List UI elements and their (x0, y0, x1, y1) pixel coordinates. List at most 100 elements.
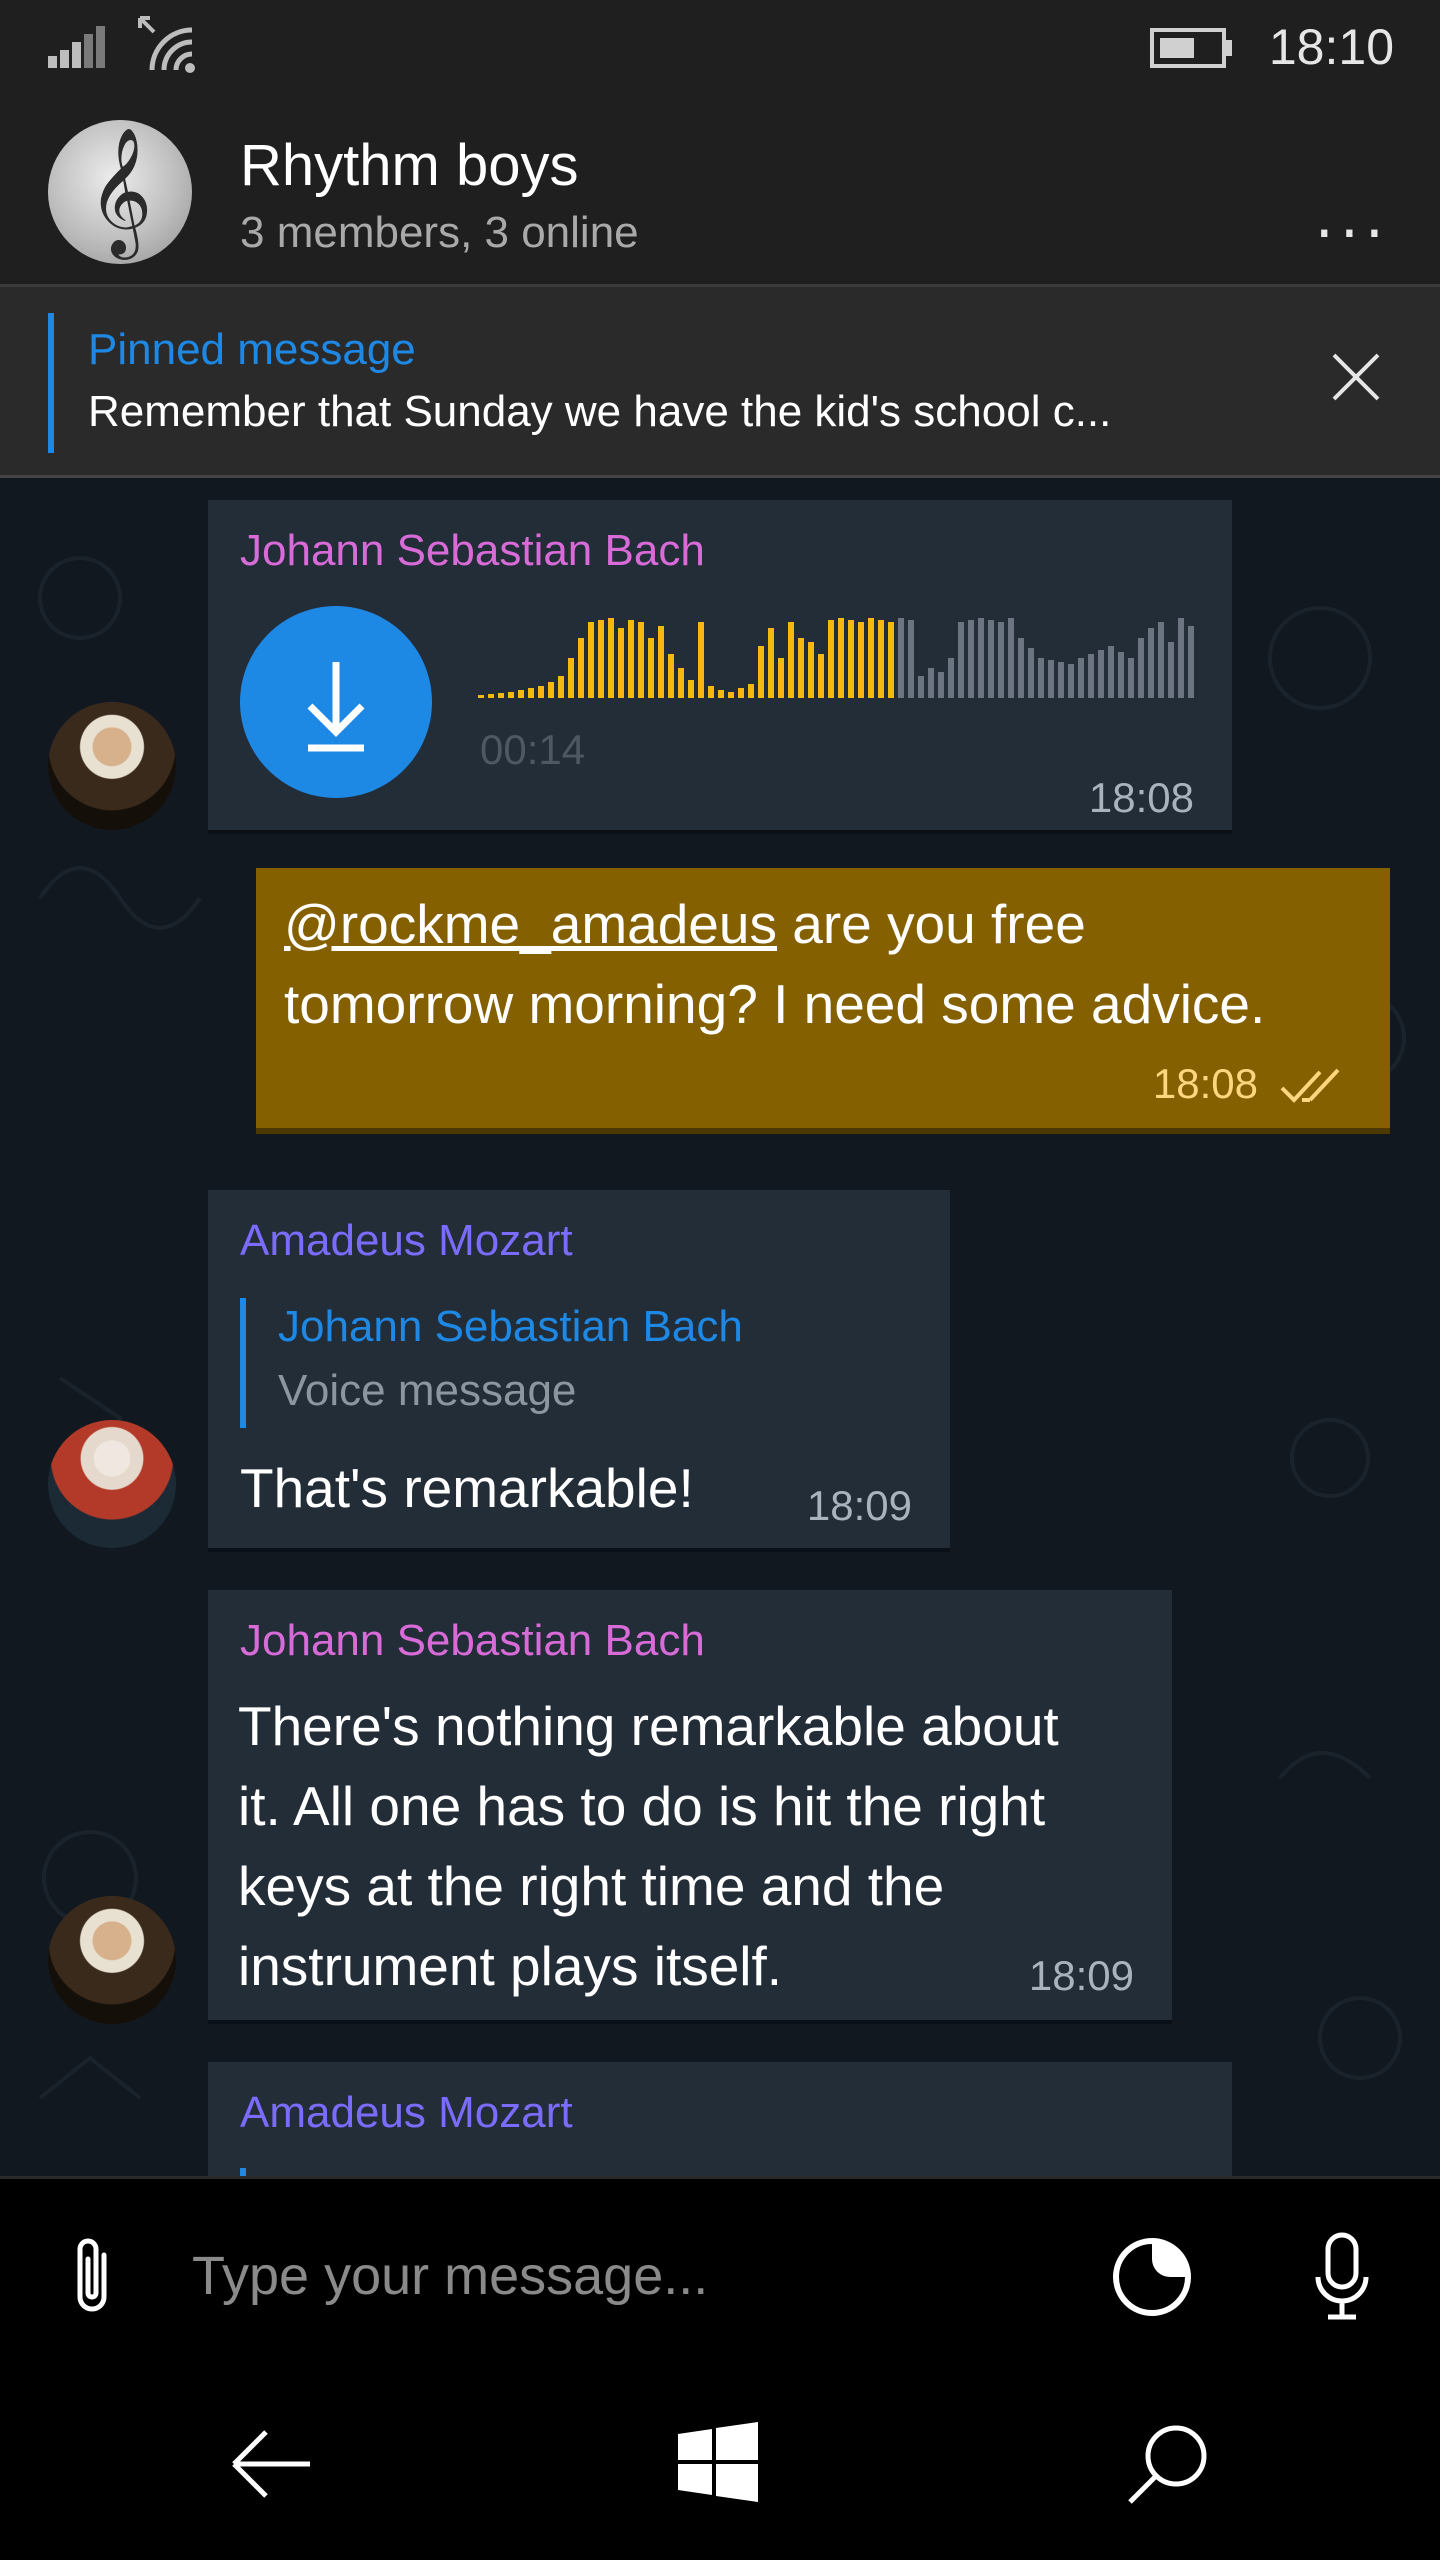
waveform-bar (1108, 646, 1114, 698)
waveform-bar (978, 618, 984, 698)
pinned-accent-bar (48, 313, 54, 453)
waveform-bar (498, 693, 504, 698)
waveform-bar (588, 622, 594, 698)
reply-accent-bar (240, 1298, 246, 1428)
back-arrow-icon[interactable] (230, 2422, 314, 2506)
microphone-icon[interactable] (1312, 2231, 1372, 2323)
waveform-bar (638, 622, 644, 698)
waveform-bar (768, 628, 774, 698)
battery-icon (1150, 28, 1232, 68)
waveform-bar (1068, 664, 1074, 698)
waveform-bar (1018, 638, 1024, 698)
chat-header[interactable]: 𝄞 Rhythm boys 3 members, 3 online ... (0, 96, 1440, 287)
paperclip-icon[interactable] (62, 2235, 122, 2319)
windows-logo-icon[interactable] (678, 2422, 758, 2502)
search-icon[interactable] (1126, 2422, 1210, 2506)
more-options-button[interactable]: ... (1315, 182, 1390, 252)
waveform-bar (598, 620, 604, 698)
treble-clef-icon: 𝄞 (87, 126, 153, 254)
waveform-bar (608, 618, 614, 698)
download-icon[interactable] (240, 606, 432, 798)
message-time: 18:08 (1152, 1060, 1258, 1107)
waveform-bar (748, 684, 754, 698)
status-time: 18:10 (1268, 19, 1394, 75)
waveform-bar (548, 682, 554, 698)
voice-waveform[interactable] (478, 614, 1198, 698)
message-time: 18:08 (1088, 774, 1194, 821)
chat-history[interactable]: Johann Sebastian Bach 00:14 18:08 @rockm… (0, 478, 1440, 2178)
waveform-bar (778, 658, 784, 698)
waveform-bar (658, 626, 664, 698)
outgoing-message-bubble[interactable]: @rockme_amadeus are you free tomorrow mo… (256, 868, 1390, 1128)
close-icon[interactable] (1326, 347, 1386, 407)
waveform-bar (878, 620, 884, 698)
waveform-bar (688, 680, 694, 698)
group-avatar[interactable]: 𝄞 (48, 120, 192, 264)
waveform-bar (858, 622, 864, 698)
waveform-bar (1048, 660, 1054, 698)
message-line: instrument plays itself. (238, 1935, 783, 1997)
waveform-bar (618, 628, 624, 698)
sender-name: Johann Sebastian Bach (240, 526, 705, 575)
waveform-bar (518, 690, 524, 698)
waveform-bar (1158, 622, 1164, 698)
waveform-bar (908, 620, 914, 698)
reply-sender[interactable]: Johann Sebastian Bach (278, 1302, 743, 1352)
pinned-text: Remember that Sunday we have the kid's s… (88, 387, 1112, 436)
waveform-bar (838, 618, 844, 698)
status-bar: 18:10 (0, 0, 1440, 96)
waveform-bar (538, 686, 544, 698)
waveform-bar (1118, 652, 1124, 698)
waveform-bar (948, 658, 954, 698)
message-time: 18:09 (1028, 1952, 1134, 1999)
waveform-bar (628, 620, 634, 698)
waveform-bar (868, 618, 874, 698)
reply-text[interactable]: Voice message (278, 1366, 576, 1416)
waveform-bar (478, 695, 484, 698)
waveform-bar (1028, 648, 1034, 698)
mention-link[interactable]: @rockme_amadeus (284, 893, 777, 955)
message-bubble[interactable]: Johann Sebastian Bach There's nothing re… (208, 1590, 1172, 2020)
waveform-bar (988, 620, 994, 698)
waveform-bar (698, 622, 704, 698)
waveform-bar (998, 622, 1004, 698)
sender-name: Johann Sebastian Bach (240, 1616, 705, 1665)
message-input[interactable] (190, 2235, 1074, 2317)
waveform-bar (1168, 642, 1174, 698)
signal-icon (48, 0, 118, 96)
waveform-bar (1088, 654, 1094, 698)
waveform-bar (1138, 638, 1144, 698)
waveform-bar (1148, 628, 1154, 698)
waveform-bar (1038, 658, 1044, 698)
waveform-bar (788, 622, 794, 698)
sender-name: Amadeus Mozart (240, 1216, 573, 1265)
waveform-bar (568, 658, 574, 698)
message-bubble[interactable]: Amadeus Mozart (208, 2062, 1232, 2178)
waveform-bar (1058, 662, 1064, 698)
system-navigation-bar (0, 2368, 1440, 2560)
waveform-bar (828, 620, 834, 698)
avatar-mozart[interactable] (48, 1420, 176, 1548)
avatar-bach[interactable] (48, 702, 176, 830)
message-line: keys at the right time and the (238, 1855, 945, 1917)
pinned-message-bar[interactable]: Pinned message Remember that Sunday we h… (0, 287, 1440, 478)
sticker-icon[interactable] (1110, 2235, 1194, 2319)
waveform-bar (558, 676, 564, 698)
waveform-bar (508, 692, 514, 698)
message-line: There's nothing remarkable about (238, 1695, 1059, 1757)
waveform-bar (888, 622, 894, 698)
message-text-line2: tomorrow morning? I need some advice. (284, 973, 1266, 1035)
message-text-rest: are you free (777, 893, 1086, 955)
waveform-bar (898, 618, 904, 698)
voice-message-bubble[interactable]: Johann Sebastian Bach 00:14 18:08 (208, 500, 1232, 830)
avatar-bach[interactable] (48, 1896, 176, 2024)
waveform-bar (1128, 658, 1134, 698)
waveform-bar (958, 622, 964, 698)
waveform-bar (1178, 618, 1184, 698)
waveform-bar (718, 690, 724, 698)
waveform-bar (918, 676, 924, 698)
message-bubble[interactable]: Amadeus Mozart Johann Sebastian Bach Voi… (208, 1190, 950, 1548)
waveform-bar (808, 642, 814, 698)
waveform-bar (1188, 626, 1194, 698)
waveform-bar (678, 668, 684, 698)
